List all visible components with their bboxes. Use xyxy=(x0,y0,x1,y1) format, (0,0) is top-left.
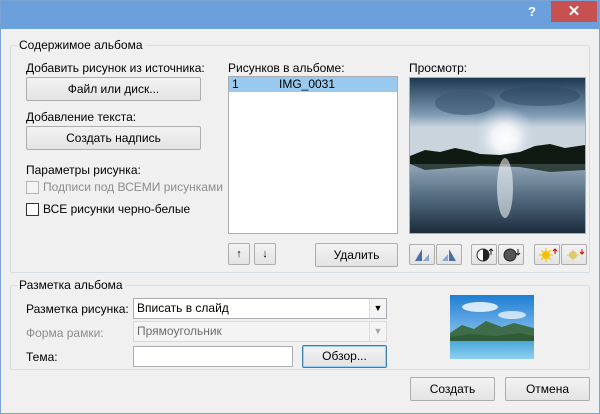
contrast-up-button[interactable] xyxy=(471,244,497,265)
sunset-lake-photo xyxy=(410,78,585,233)
album-dialog: ? ✕ Содержимое альбома Добавить рисунок … xyxy=(0,0,600,414)
pictures-list[interactable]: 1 IMG_0031 xyxy=(228,76,398,234)
create-button[interactable]: Создать xyxy=(410,377,495,401)
captions-checkbox-box[interactable] xyxy=(26,180,39,194)
rotate-left-button[interactable] xyxy=(409,244,435,265)
album-content-label: Содержимое альбома xyxy=(17,38,145,52)
frame-shape-select[interactable]: Прямоугольник ▼ xyxy=(133,321,387,342)
layout-thumbnail xyxy=(450,295,534,359)
theme-label: Тема: xyxy=(26,350,58,364)
captions-checkbox-label: Подписи под ВСЕМИ рисунками xyxy=(43,180,223,194)
chevron-down-icon[interactable]: ▼ xyxy=(369,299,386,318)
black-white-checkbox-box[interactable] xyxy=(26,202,39,216)
insert-from-label: Добавить рисунок из источника: xyxy=(26,61,205,75)
black-white-checkbox-label: ВСЕ рисунки черно-белые xyxy=(43,202,191,216)
list-item-name: IMG_0031 xyxy=(279,77,336,91)
pictures-in-album-label: Рисунков в альбоме: xyxy=(228,61,345,75)
theme-input[interactable] xyxy=(133,346,293,367)
browse-button[interactable]: Обзор... xyxy=(302,345,387,368)
black-white-checkbox[interactable]: ВСЕ рисунки черно-белые xyxy=(26,202,190,216)
preview-image xyxy=(409,77,586,234)
file-or-disk-button[interactable]: Файл или диск... xyxy=(26,77,201,101)
insert-text-label: Добавление текста: xyxy=(26,110,137,124)
picture-layout-label: Разметка рисунка: xyxy=(26,302,129,316)
album-layout-label: Разметка альбома xyxy=(17,278,125,292)
dialog-body: Содержимое альбома Добавить рисунок из и… xyxy=(1,29,599,413)
frame-shape-label: Форма рамки: xyxy=(26,326,104,340)
contrast-down-icon xyxy=(503,248,521,262)
remove-button[interactable]: Удалить xyxy=(315,243,398,267)
brightness-up-button[interactable] xyxy=(534,244,560,265)
cancel-button[interactable]: Отмена xyxy=(505,377,590,401)
rotate-right-button[interactable] xyxy=(436,244,462,265)
brightness-up-icon xyxy=(539,248,558,262)
brightness-down-icon xyxy=(567,249,585,261)
captions-checkbox[interactable]: Подписи под ВСЕМИ рисунками xyxy=(26,180,223,194)
picture-options-label: Параметры рисунка: xyxy=(26,163,141,177)
move-up-button[interactable]: ↑ xyxy=(228,243,250,265)
brightness-down-button[interactable] xyxy=(561,244,587,265)
new-textbox-button[interactable]: Создать надпись xyxy=(26,126,201,150)
preview-label: Просмотр: xyxy=(409,61,468,75)
help-button[interactable]: ? xyxy=(515,1,549,23)
mountain-lake-thumbnail xyxy=(450,295,534,359)
title-bar[interactable]: ? ✕ xyxy=(1,1,599,29)
chevron-down-icon[interactable]: ▼ xyxy=(369,322,386,341)
picture-layout-value: Вписать в слайд xyxy=(137,301,229,315)
picture-layout-select[interactable]: Вписать в слайд ▼ xyxy=(133,298,387,319)
contrast-up-icon xyxy=(476,248,494,262)
close-button[interactable]: ✕ xyxy=(551,1,597,22)
frame-shape-value: Прямоугольник xyxy=(137,324,222,338)
rotate-right-icon xyxy=(442,249,456,261)
rotate-left-icon xyxy=(415,249,429,261)
move-down-button[interactable]: ↓ xyxy=(254,243,276,265)
list-item[interactable]: 1 IMG_0031 xyxy=(229,77,397,92)
list-item-number: 1 xyxy=(232,77,239,91)
contrast-down-button[interactable] xyxy=(498,244,524,265)
